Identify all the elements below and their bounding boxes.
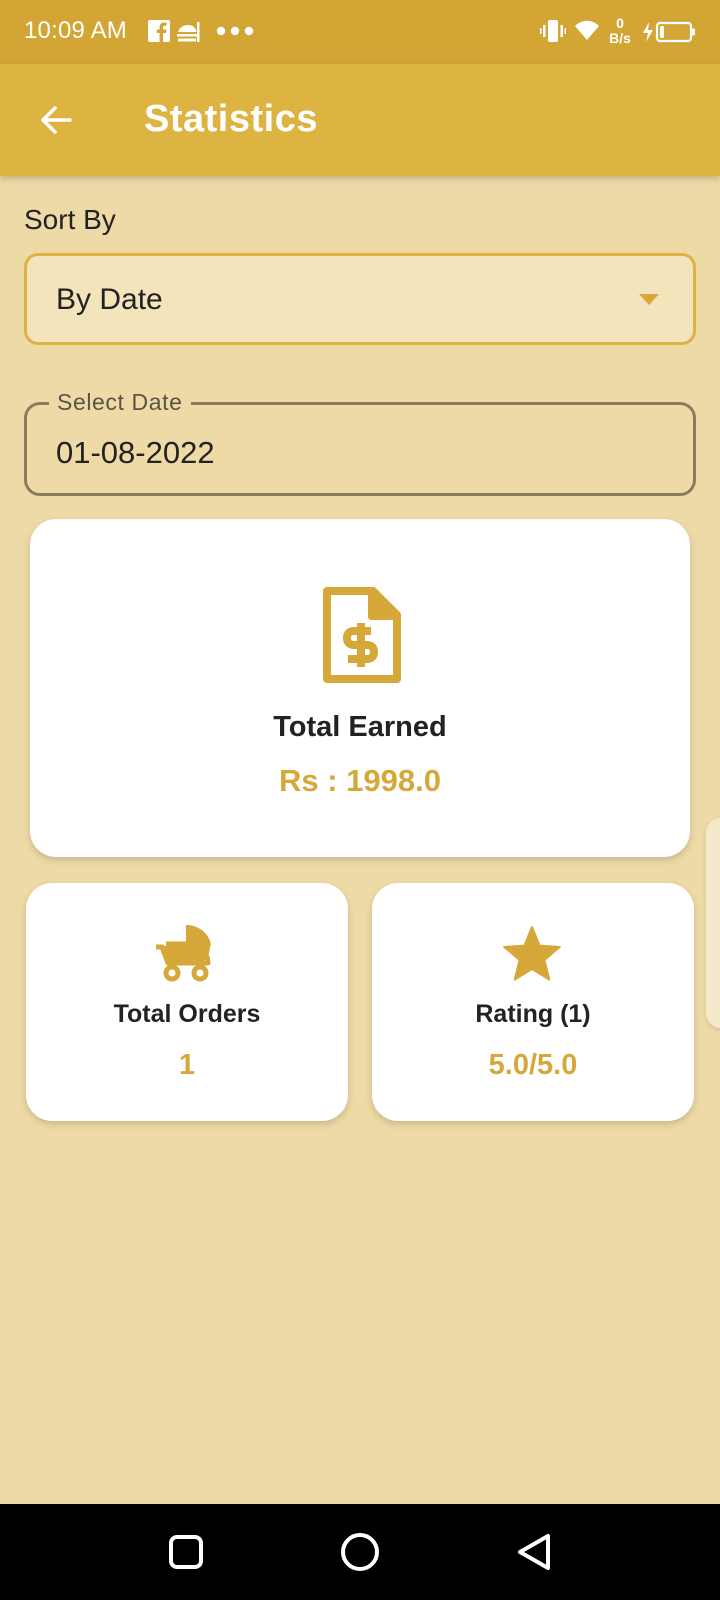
- total-earned-value: Rs : 1998.0: [279, 763, 441, 798]
- back-triangle-icon: [518, 1534, 550, 1570]
- total-orders-card: Total Orders 1: [26, 883, 348, 1121]
- total-orders-value: 1: [178, 1049, 196, 1081]
- status-time: 10:09 AM: [24, 17, 128, 44]
- vibrate-icon: [540, 20, 566, 42]
- sort-by-value: By Date: [56, 283, 163, 316]
- recents-square-icon: [169, 1535, 203, 1569]
- home-circle-icon: [341, 1533, 379, 1571]
- rating-value: 5.0/5.0: [488, 1049, 578, 1081]
- cart-icon: [156, 925, 211, 982]
- back-button[interactable]: [28, 92, 84, 148]
- app-bar: Statistics: [0, 64, 720, 176]
- facebook-icon: [148, 20, 170, 42]
- star-icon: [503, 926, 561, 981]
- more-dots-icon: [216, 26, 254, 36]
- net-speed: 0 B/s: [604, 16, 636, 46]
- dropdown-arrow-icon: [639, 294, 659, 305]
- net-speed-unit: B/s: [609, 30, 631, 46]
- total-orders-title: Total Orders: [113, 1000, 261, 1028]
- arrow-left-icon: [41, 106, 72, 134]
- rating-card: Rating (1) 5.0/5.0: [372, 883, 694, 1121]
- food-delivery-icon: [177, 22, 200, 42]
- select-date-label: Select Date: [49, 389, 191, 416]
- wifi-icon: [575, 20, 599, 40]
- select-date-field[interactable]: Select Date 01-08-2022: [24, 389, 696, 496]
- select-date-value: 01-08-2022: [56, 435, 215, 470]
- recents-button[interactable]: [162, 1528, 210, 1576]
- net-speed-value: 0: [616, 15, 624, 31]
- system-nav-bar: [0, 1504, 720, 1600]
- total-earned-title: Total Earned: [273, 711, 447, 743]
- sort-by-dropdown[interactable]: By Date: [24, 253, 696, 345]
- total-earned-card: Total Earned Rs : 1998.0: [30, 519, 690, 857]
- offscreen-card-edge: [706, 818, 720, 1028]
- status-bar: 10:09 AM 0 B/s: [0, 0, 720, 64]
- home-button[interactable]: [336, 1528, 384, 1576]
- battery-charging-icon: [643, 21, 695, 43]
- sort-by-label: Sort By: [24, 204, 116, 235]
- nav-back-button[interactable]: [510, 1528, 558, 1576]
- invoice-dollar-icon: [323, 587, 401, 683]
- rating-title: Rating (1): [475, 1000, 591, 1028]
- page-title: Statistics: [144, 98, 318, 140]
